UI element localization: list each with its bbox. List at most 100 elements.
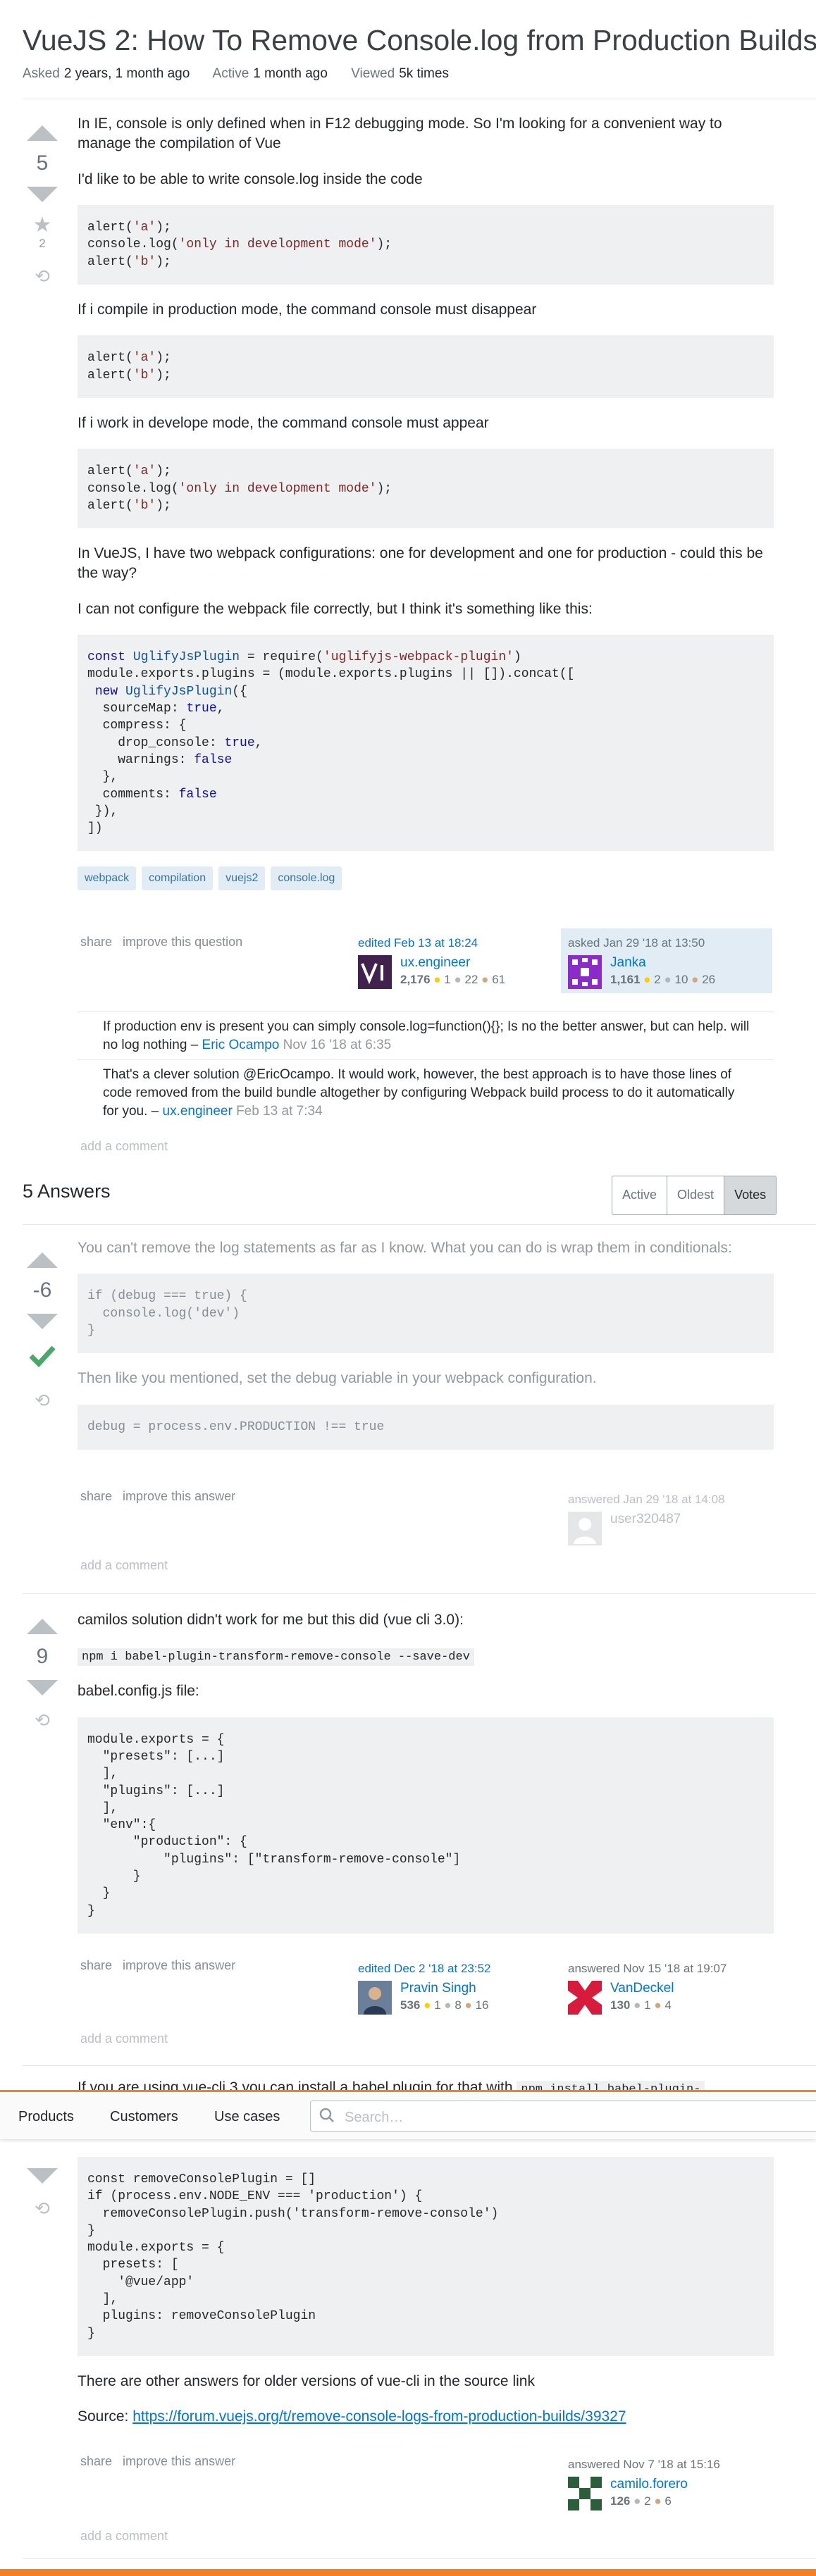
tab-active[interactable]: Active	[612, 1176, 667, 1214]
tab-votes[interactable]: Votes	[724, 1176, 777, 1214]
code-block: alert('a'); console.log('only in develop…	[78, 205, 774, 285]
tag[interactable]: console.log	[271, 866, 342, 890]
question-paragraph: In VueJS, I have two webpack configurati…	[78, 545, 763, 582]
share-link[interactable]: share	[80, 935, 112, 949]
user-name[interactable]: VanDeckel	[610, 1979, 674, 1998]
nav-products[interactable]: Products	[18, 2108, 74, 2127]
tab-oldest[interactable]: Oldest	[667, 1176, 724, 1214]
tag[interactable]: vuejs2	[218, 866, 266, 890]
answer-actions: share improve this answer	[80, 1488, 242, 1505]
question-vote-column: 5 ★ 2 ⟲	[21, 125, 63, 290]
user-name[interactable]: Janka	[610, 954, 715, 972]
improve-link[interactable]: improve this answer	[123, 2454, 235, 2468]
question-actions: share improve this question	[80, 933, 249, 950]
answer-score: -6	[32, 1278, 52, 1302]
code-block: alert('a'); alert('b');	[78, 335, 774, 398]
code-block: const removeConsolePlugin = [] if (proce…	[78, 2157, 774, 2356]
question-paragraph: If i work in develope mode, the command …	[78, 414, 489, 431]
avatar[interactable]	[568, 955, 602, 989]
downvote-arrow-icon[interactable]	[27, 186, 58, 202]
share-link[interactable]: share	[80, 1958, 112, 1972]
history-icon[interactable]: ⟲	[21, 2196, 63, 2221]
improve-link[interactable]: improve this answer	[123, 1489, 235, 1503]
add-comment-link[interactable]: add a comment	[80, 2030, 168, 2047]
question-meta: Asked 2 years, 1 month ago Active 1 month …	[23, 65, 469, 83]
add-comment-link[interactable]: add a comment	[80, 1557, 168, 1574]
gold-badges: 1	[434, 1998, 441, 2012]
search-placeholder: Search…	[345, 2110, 404, 2125]
reputation: 130	[610, 1998, 631, 2012]
source-link[interactable]: https://forum.vuejs.org/t/remove-console…	[132, 2408, 626, 2425]
source-label: Source:	[78, 2408, 129, 2425]
search-input[interactable]: Search…	[310, 2101, 816, 2132]
edited-time-link[interactable]: edited Feb 13 at 18:24	[358, 935, 555, 952]
add-comment-link[interactable]: add a comment	[80, 1138, 168, 1155]
downvote-arrow-icon[interactable]	[27, 1679, 58, 1695]
improve-link[interactable]: improve this answer	[123, 1958, 235, 1972]
code-block: debug = process.env.PRODUCTION !== true	[78, 1404, 774, 1450]
user-name[interactable]: user320487	[610, 1510, 681, 1529]
downvote-arrow-icon[interactable]	[27, 2168, 58, 2184]
add-comment-link[interactable]: add a comment	[80, 2527, 168, 2544]
bronze-badges: 16	[475, 1998, 489, 2012]
avatar[interactable]	[358, 1981, 392, 2015]
share-link[interactable]: share	[80, 1489, 112, 1503]
edited-time-link[interactable]: edited Dec 2 '18 at 23:52	[358, 1961, 555, 1977]
history-icon[interactable]: ⟲	[21, 1708, 63, 1733]
answer-body: camilos solution didn't work for me but …	[78, 1610, 774, 1949]
question-body: In IE, console is only defined when in F…	[78, 114, 774, 890]
question-title[interactable]: VueJS 2: How To Remove Console.log from …	[23, 21, 816, 60]
sort-tabs: Active Oldest Votes	[612, 1176, 777, 1215]
user-name[interactable]: camilo.forero	[610, 2475, 688, 2494]
answerer-card: answered Jan 29 '18 at 14:08 user320487	[561, 1485, 772, 1550]
bronze-badges: 6	[664, 2494, 672, 2508]
avatar[interactable]	[568, 2477, 602, 2510]
comment-time: Nov 16 '18 at 6:35	[283, 1037, 392, 1052]
silver-badges: 1	[644, 1998, 651, 2012]
question-comments: If production env is present you can sim…	[78, 1012, 774, 1126]
gold-badges: 1	[444, 972, 451, 986]
divider	[23, 2065, 816, 2066]
silver-badges: 22	[464, 972, 478, 986]
meta-label: Asked	[23, 66, 60, 81]
history-icon[interactable]: ⟲	[21, 1388, 63, 1413]
question-paragraph: If i compile in production mode, the com…	[78, 301, 537, 318]
answer-paragraph: camilos solution didn't work for me but …	[78, 1612, 464, 1628]
upvote-arrow-icon[interactable]	[27, 1252, 58, 1268]
bronze-badges: 61	[492, 972, 506, 986]
share-link[interactable]: share	[80, 2454, 112, 2468]
tag[interactable]: webpack	[78, 866, 137, 890]
answer-actions: share improve this answer	[80, 2453, 242, 2470]
silver-badges: 2	[644, 2494, 651, 2508]
tag[interactable]: compilation	[142, 866, 214, 890]
asker-card: asked Jan 29 '18 at 13:50 Janka 1,161 ● …	[561, 928, 772, 993]
divider	[23, 1224, 816, 1225]
comment-user[interactable]: ux.engineer	[163, 1104, 233, 1119]
improve-link[interactable]: improve this question	[123, 935, 242, 949]
answered-time: answered Nov 15 '18 at 19:07	[568, 1962, 727, 1975]
editor-card: edited Dec 2 '18 at 23:52 Pravin Singh 5…	[351, 1954, 562, 2019]
upvote-arrow-icon[interactable]	[27, 125, 58, 141]
answer-vote-column: -6 ⟲	[21, 1252, 63, 1413]
divider	[23, 1593, 816, 1594]
question-score: 5	[36, 151, 49, 175]
user-name[interactable]: ux.engineer	[400, 954, 505, 972]
avatar[interactable]	[358, 955, 392, 989]
comment-user[interactable]: Eric Ocampo	[202, 1038, 280, 1052]
upvote-arrow-icon[interactable]	[27, 1619, 58, 1634]
nav-use-cases[interactable]: Use cases	[214, 2108, 280, 2127]
nav-customers[interactable]: Customers	[110, 2108, 178, 2127]
answered-time: answered Nov 7 '18 at 15:16	[568, 2458, 720, 2471]
avatar[interactable]	[568, 1512, 602, 1545]
bronze-badges: 4	[664, 1998, 672, 2012]
downvote-arrow-icon[interactable]	[27, 1313, 58, 1329]
question-paragraph: I'd like to be able to write console.log…	[78, 170, 423, 187]
meta-value: 1 month ago	[253, 66, 328, 81]
answer-vote-column: ⟲	[21, 2168, 63, 2221]
user-name[interactable]: Pravin Singh	[400, 1979, 488, 1998]
avatar[interactable]	[568, 1981, 602, 2015]
history-icon[interactable]: ⟲	[21, 264, 63, 289]
bronze-badges: 26	[702, 972, 716, 986]
reputation: 536	[400, 1998, 421, 2012]
favorite-star-icon[interactable]: ★	[21, 214, 63, 236]
